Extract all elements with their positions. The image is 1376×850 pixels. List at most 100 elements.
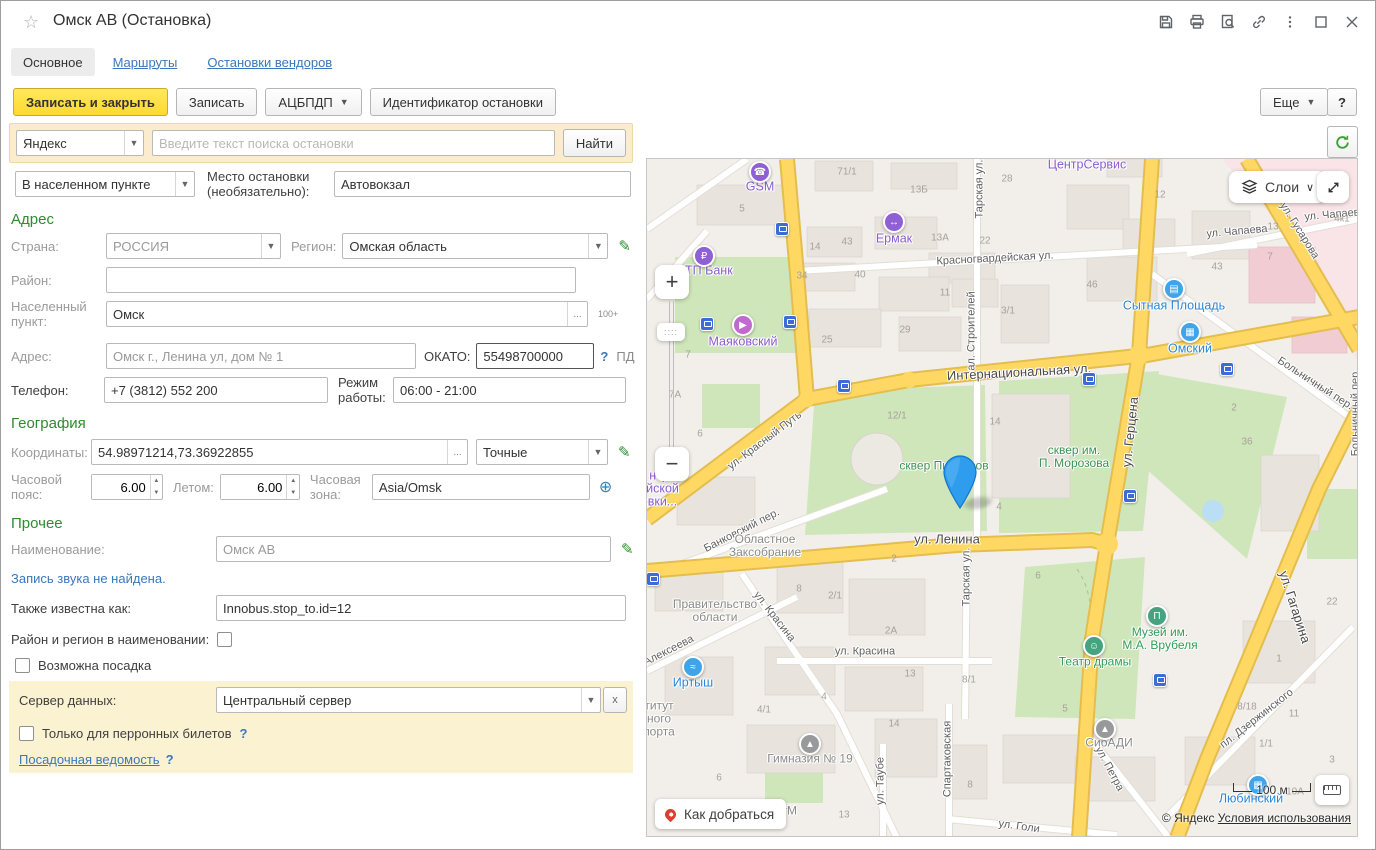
city-input[interactable]: Омск ...: [106, 301, 588, 327]
step-up-icon[interactable]: ▲: [287, 475, 299, 487]
stop-placemark-pin[interactable]: [942, 455, 978, 511]
stop-search-input[interactable]: [152, 130, 555, 156]
omskiy-mall-icon: ▦: [1179, 321, 1201, 343]
vrubel-museum-icon: Π: [1146, 605, 1168, 627]
tab-main[interactable]: Основное: [11, 48, 95, 76]
kebab-menu-icon[interactable]: [1281, 13, 1299, 31]
okato-label: ОКАТО:: [424, 349, 470, 364]
ruler-button[interactable]: [1315, 775, 1349, 805]
edit-address-pencil-icon[interactable]: ✎: [618, 237, 631, 255]
chevron-down-icon[interactable]: ▼: [581, 688, 600, 712]
irtysh-pool-icon: ≈: [682, 656, 704, 678]
terms-of-use-link[interactable]: Условия использования: [1218, 811, 1351, 825]
favorite-star-icon[interactable]: ☆: [23, 12, 39, 33]
stepper-arrows[interactable]: ▲▼: [286, 475, 299, 499]
platform-only-help[interactable]: ?: [240, 726, 248, 741]
edit-coords-pencil-icon[interactable]: ✎: [618, 443, 631, 461]
chevron-down-icon[interactable]: ▼: [588, 440, 607, 464]
hours-input[interactable]: [393, 377, 626, 403]
country-select[interactable]: РОССИЯ ▼: [106, 233, 281, 259]
stop-identifier-button[interactable]: Идентификатор остановки: [370, 88, 556, 116]
chevron-down-icon[interactable]: ▼: [175, 172, 194, 196]
city-count-badge: 100+: [598, 309, 618, 319]
clear-server-button[interactable]: x: [603, 687, 627, 713]
fullscreen-button[interactable]: [1317, 171, 1349, 203]
zoom-slider-handle[interactable]: ::::: [657, 323, 685, 341]
coords-label: Координаты:: [11, 445, 91, 460]
maximize-icon[interactable]: [1312, 13, 1330, 31]
timezone-stepper[interactable]: ▲▼: [91, 474, 163, 500]
ermak-icon: ↔: [883, 211, 905, 233]
more-button[interactable]: Еще▼: [1260, 88, 1328, 116]
sytnaya-mall-icon: ▤: [1163, 278, 1185, 300]
aka-input[interactable]: [216, 595, 626, 621]
help-button[interactable]: ?: [1327, 88, 1357, 116]
directions-button[interactable]: Как добраться: [655, 799, 786, 829]
step-up-icon[interactable]: ▲: [151, 475, 162, 487]
print-icon[interactable]: [1188, 13, 1206, 31]
precision-select[interactable]: Точные ▼: [476, 439, 608, 465]
district-input[interactable]: [106, 267, 576, 293]
addr-input[interactable]: [106, 343, 416, 369]
okato-help[interactable]: ?: [600, 349, 608, 364]
zone-input[interactable]: [372, 474, 590, 500]
coords-picker-ellipsis-button[interactable]: ...: [447, 440, 467, 464]
region-select[interactable]: Омская область ▼: [342, 233, 608, 259]
coords-input[interactable]: 54.98971214,73.36922855 ...: [91, 439, 468, 465]
search-provider-select[interactable]: Яндекс ▼: [16, 130, 144, 156]
phone-input[interactable]: [104, 377, 328, 403]
okato-input[interactable]: [476, 343, 594, 369]
yandex-map[interactable]: Красногвардейская ул.Тарская ул.ал. Стро…: [646, 158, 1358, 837]
preview-icon[interactable]: [1219, 13, 1237, 31]
link-icon[interactable]: [1250, 13, 1268, 31]
refresh-map-button[interactable]: [1327, 126, 1358, 158]
manifest-help[interactable]: ?: [166, 752, 174, 767]
boarding-manifest-link[interactable]: Посадочная ведомость: [19, 752, 160, 767]
map-house-number: 36: [1241, 436, 1252, 449]
sound-record-link[interactable]: Запись звука не найдена.: [11, 571, 166, 586]
server-select[interactable]: Центральный сервер ▼: [216, 687, 601, 713]
find-button[interactable]: Найти: [563, 129, 626, 157]
map-label: Театр драмы: [1059, 656, 1131, 669]
city-picker-ellipsis-button[interactable]: ...: [567, 302, 587, 326]
close-icon[interactable]: [1343, 13, 1361, 31]
map-label: Музей им. М.А. Врубеля: [1122, 626, 1197, 652]
edit-name-pencil-icon[interactable]: ✎: [621, 540, 634, 558]
boarding-checkbox[interactable]: [15, 658, 30, 673]
save-and-close-button[interactable]: Записать и закрыть: [13, 88, 168, 116]
summer-stepper[interactable]: ▲▼: [220, 474, 300, 500]
tab-routes[interactable]: Маршруты: [101, 48, 190, 76]
zoom-out-button[interactable]: −: [655, 447, 689, 481]
chevron-down-icon[interactable]: ▼: [588, 234, 607, 258]
save-icon[interactable]: [1157, 13, 1175, 31]
stepper-arrows[interactable]: ▲▼: [150, 475, 162, 499]
server-panel: Сервер данных: Центральный сервер ▼ x То…: [9, 681, 633, 773]
map-house-number: 13: [1267, 221, 1278, 234]
district-in-name-checkbox[interactable]: [217, 632, 232, 647]
chevron-down-icon[interactable]: ▼: [124, 131, 143, 155]
layers-button[interactable]: Слои ∨: [1229, 171, 1326, 203]
gymnasium-icon: ▲: [799, 733, 821, 755]
place-input[interactable]: [334, 171, 631, 197]
step-down-icon[interactable]: ▼: [287, 487, 299, 499]
summer-value[interactable]: [221, 475, 287, 499]
timezone-value[interactable]: [92, 475, 150, 499]
map-label: сквер им. П. Морозова: [1039, 444, 1109, 470]
map-house-number: 5: [739, 203, 745, 216]
map-house-number: 3/1: [1001, 305, 1015, 318]
location-mode-select[interactable]: В населенном пункте ▼: [15, 171, 195, 197]
map-house-number: 14: [888, 718, 899, 731]
save-button[interactable]: Записать: [176, 88, 258, 116]
map-label: ул. Красина: [750, 589, 797, 645]
globe-icon[interactable]: ⊕: [599, 477, 612, 497]
copyright-text: © Яндекс: [1162, 811, 1215, 825]
transit-stop-icon: [837, 379, 851, 393]
acbpdp-label: АЦБПДП: [278, 95, 332, 110]
platform-only-checkbox[interactable]: [19, 726, 34, 741]
chevron-down-icon[interactable]: ▼: [261, 234, 280, 258]
step-down-icon[interactable]: ▼: [151, 487, 162, 499]
name-input[interactable]: [216, 536, 611, 562]
zoom-in-button[interactable]: +: [655, 265, 689, 299]
acbpdp-button[interactable]: АЦБПДП▼: [265, 88, 361, 116]
tab-vendor-stops[interactable]: Остановки вендоров: [195, 48, 344, 76]
